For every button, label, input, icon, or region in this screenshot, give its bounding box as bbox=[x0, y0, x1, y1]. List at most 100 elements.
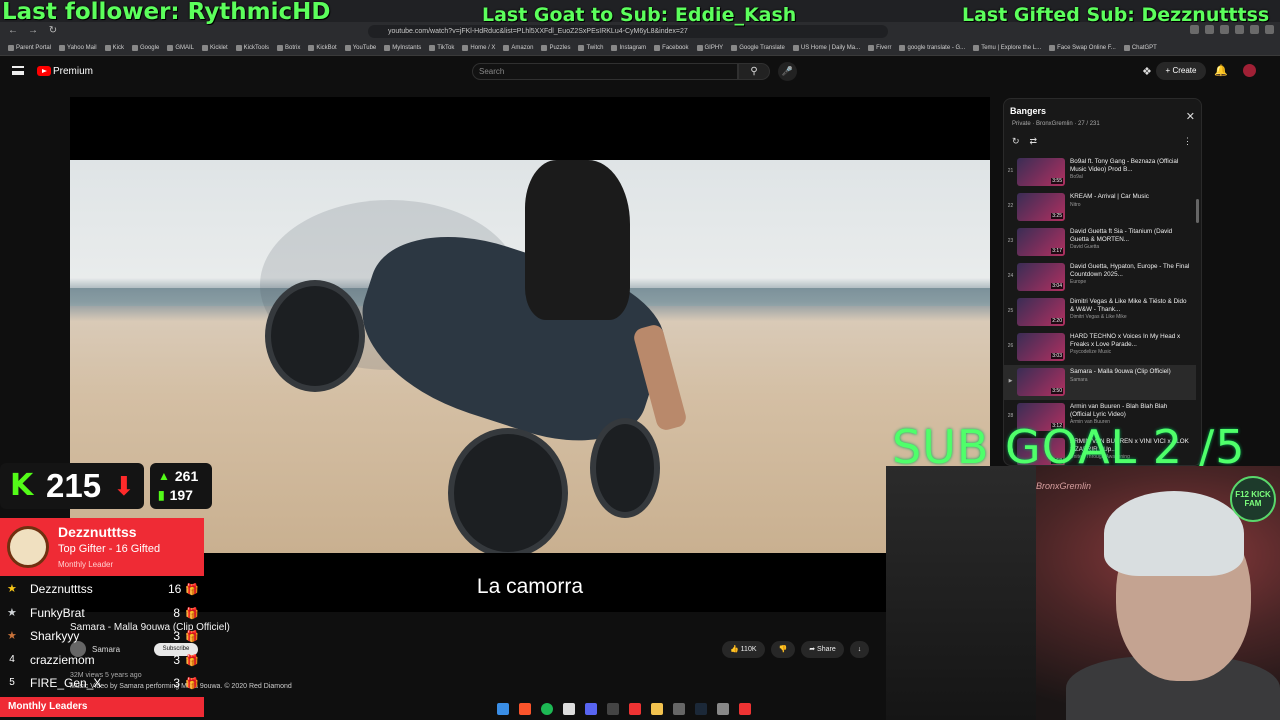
bookmark-item[interactable]: Parent Portal bbox=[8, 44, 51, 51]
close-icon[interactable]: ✕ bbox=[1186, 110, 1195, 123]
bookmark-item[interactable]: ChatGPT bbox=[1123, 44, 1157, 51]
playlist-thumbnail[interactable]: 3:55 bbox=[1017, 158, 1065, 186]
bookmark-item[interactable]: Amazon bbox=[503, 44, 533, 51]
playlist-thumbnail[interactable]: 3:50 bbox=[1017, 368, 1065, 396]
menu-icon[interactable] bbox=[12, 66, 24, 75]
bookmark-item[interactable]: Google Translate bbox=[731, 44, 785, 51]
playlist-item-channel[interactable]: Europe bbox=[1070, 279, 1190, 285]
shuffle-icon[interactable]: ⇄ bbox=[1030, 136, 1038, 147]
cast-icon[interactable]: ❖ bbox=[1142, 65, 1152, 78]
steam-icon[interactable] bbox=[695, 703, 707, 715]
bookmark-item[interactable]: YouTube bbox=[344, 44, 376, 51]
bookmark-item[interactable]: MyInstants bbox=[384, 44, 421, 51]
bookmark-item[interactable]: Yahoo Mail bbox=[59, 44, 97, 51]
bookmark-item[interactable]: GMAIL bbox=[167, 44, 194, 51]
app-icon[interactable] bbox=[563, 703, 575, 715]
settings-icon[interactable] bbox=[717, 703, 729, 715]
playlist-item-channel[interactable]: Bo9al bbox=[1070, 174, 1190, 180]
reload-icon[interactable]: ↻ bbox=[46, 24, 60, 38]
bookmark-item[interactable]: Kicklet bbox=[201, 44, 228, 51]
microphone-icon[interactable]: 🎤 bbox=[778, 62, 797, 81]
bookmark-item[interactable]: TikTok bbox=[429, 44, 454, 51]
playlist-item-channel[interactable]: Samara bbox=[1070, 377, 1190, 383]
playlist-item-title[interactable]: Bo9al ft. Tony Gang - Beznaza (Official … bbox=[1070, 158, 1190, 173]
create-button[interactable]: + Create bbox=[1156, 62, 1206, 80]
bookmark-item[interactable]: Puzzles bbox=[541, 44, 570, 51]
brave-icon[interactable] bbox=[519, 703, 531, 715]
account-avatar[interactable] bbox=[1243, 64, 1256, 77]
premium-label[interactable]: Premium bbox=[53, 66, 93, 77]
extension-icon[interactable] bbox=[1235, 25, 1244, 34]
back-icon[interactable]: ← bbox=[6, 24, 20, 38]
spotify-icon[interactable] bbox=[541, 703, 553, 715]
playlist-item-title[interactable]: Samara - Malla 9ouwa (Clip Officiel) bbox=[1070, 368, 1190, 376]
bookmark-item[interactable]: Fiverr bbox=[868, 44, 891, 51]
bookmark-item[interactable]: Temu | Explore the L... bbox=[973, 44, 1041, 51]
folder-icon[interactable] bbox=[651, 703, 663, 715]
download-icon[interactable]: ↓ bbox=[849, 641, 870, 658]
playlist-thumbnail[interactable]: 3:25 bbox=[1017, 193, 1065, 221]
playlist-item[interactable]: 21 3:55 Bo9al ft. Tony Gang - Beznaza (Off… bbox=[1004, 155, 1196, 190]
playlist-thumbnail[interactable]: 3:03 bbox=[1017, 333, 1065, 361]
playlist-item-title[interactable]: Dimitri Vegas & Like Mike & Tiësto & Did… bbox=[1070, 298, 1190, 313]
bookmark-item[interactable]: KickBot bbox=[308, 44, 337, 51]
windows-start-icon[interactable] bbox=[497, 703, 509, 715]
search-icon[interactable]: ⚲ bbox=[738, 63, 770, 80]
playlist-item[interactable]: 26 3:03 HARD TECHNO x Voices In My Head x … bbox=[1004, 330, 1196, 365]
playlist-thumbnail[interactable]: 3:17 bbox=[1017, 228, 1065, 256]
playlist-item-title[interactable]: David Guetta, Hypaton, Europe - The Fina… bbox=[1070, 263, 1190, 278]
bookmark-item[interactable]: GIPHY bbox=[696, 44, 723, 51]
playlist-item-channel[interactable]: Dimitri Vegas & Like Mike bbox=[1070, 314, 1190, 320]
notifications-icon[interactable]: 🔔 bbox=[1214, 64, 1228, 77]
extension-icon[interactable] bbox=[1205, 25, 1214, 34]
playlist-item-channel[interactable]: Nitro bbox=[1070, 202, 1190, 208]
obs-icon[interactable] bbox=[607, 703, 619, 715]
loop-icon[interactable]: ↻ bbox=[1012, 136, 1020, 147]
playlist-item[interactable]: ▶ 3:50 Samara - Malla 9ouwa (Clip Officiel… bbox=[1004, 365, 1196, 400]
playlist-item-title[interactable]: Armin van Buuren - Blah Blah Blah (Offic… bbox=[1070, 403, 1190, 418]
profile-icon[interactable] bbox=[1265, 25, 1274, 34]
playlist-item-channel[interactable]: David Guetta bbox=[1070, 244, 1190, 250]
playlist-thumbnail[interactable]: 2:20 bbox=[1017, 298, 1065, 326]
youtube-logo-icon[interactable] bbox=[37, 66, 51, 76]
bookmark-item[interactable]: Kick bbox=[104, 44, 124, 51]
app-icon[interactable] bbox=[673, 703, 685, 715]
extension-icon[interactable] bbox=[1220, 25, 1229, 34]
bookmark-item[interactable]: Google bbox=[131, 44, 159, 51]
bookmark-item[interactable]: Instagram bbox=[611, 44, 646, 51]
bookmark-item[interactable]: google translate - G... bbox=[899, 44, 965, 51]
like-button[interactable]: 👍 110K bbox=[722, 641, 765, 658]
playlist-item[interactable]: 25 2:20 Dimitri Vegas & Like Mike & Tiësto… bbox=[1004, 295, 1196, 330]
app-icon[interactable] bbox=[739, 703, 751, 715]
playlist-title[interactable]: Bangers bbox=[1010, 106, 1046, 116]
bookmark-item[interactable]: Facebook bbox=[654, 44, 689, 51]
bookmark-item[interactable]: US Home | Daily Ma... bbox=[792, 44, 860, 51]
share-button[interactable]: ➦ Share bbox=[801, 641, 844, 658]
playlist-thumbnail[interactable]: 3:04 bbox=[1017, 263, 1065, 291]
playlist-item-channel[interactable]: Psycodelize Music bbox=[1070, 349, 1190, 355]
playlist-item-text: HARD TECHNO x Voices In My Head x Freaks… bbox=[1070, 333, 1190, 355]
bookmark-item[interactable]: Home / X bbox=[462, 44, 495, 51]
playlist-item-title[interactable]: HARD TECHNO x Voices In My Head x Freaks… bbox=[1070, 333, 1190, 348]
discord-icon[interactable] bbox=[585, 703, 597, 715]
search-input[interactable]: Search bbox=[472, 63, 738, 80]
bookmark-item[interactable]: KickTools bbox=[235, 44, 269, 51]
playlist-item[interactable]: 24 3:04 David Guetta, Hypaton, Europe - Th… bbox=[1004, 260, 1196, 295]
more-options-icon[interactable]: ⋮ bbox=[1183, 136, 1192, 147]
playlist-item-title[interactable]: David Guetta ft Sia - Titanium (David Gu… bbox=[1070, 228, 1190, 243]
playlist-item[interactable]: 22 3:25 KREAM - Arrival | Car Music Nitro bbox=[1004, 190, 1196, 225]
bookmark-item[interactable]: Twitch bbox=[578, 44, 603, 51]
url-field[interactable]: youtube.com/watch?v=jFKl-HdRduc&list=PLh… bbox=[368, 25, 888, 38]
bookmark-item[interactable]: Face Swap Online F... bbox=[1049, 44, 1116, 51]
playlist-item-title[interactable]: KREAM - Arrival | Car Music bbox=[1070, 193, 1190, 201]
extension-icon[interactable] bbox=[1250, 25, 1259, 34]
video-player[interactable]: La camorra bbox=[70, 97, 990, 612]
extension-icon[interactable] bbox=[1190, 25, 1199, 34]
forward-icon[interactable]: → bbox=[26, 24, 40, 38]
dislike-button[interactable]: 👎 bbox=[770, 641, 796, 658]
playlist-scrollbar[interactable] bbox=[1196, 199, 1199, 223]
app-icon[interactable] bbox=[629, 703, 641, 715]
playlist-item[interactable]: 23 3:17 David Guetta ft Sia - Titanium (Da… bbox=[1004, 225, 1196, 260]
star-icon: ★ bbox=[7, 630, 17, 642]
bookmark-item[interactable]: Botrix bbox=[277, 44, 300, 51]
